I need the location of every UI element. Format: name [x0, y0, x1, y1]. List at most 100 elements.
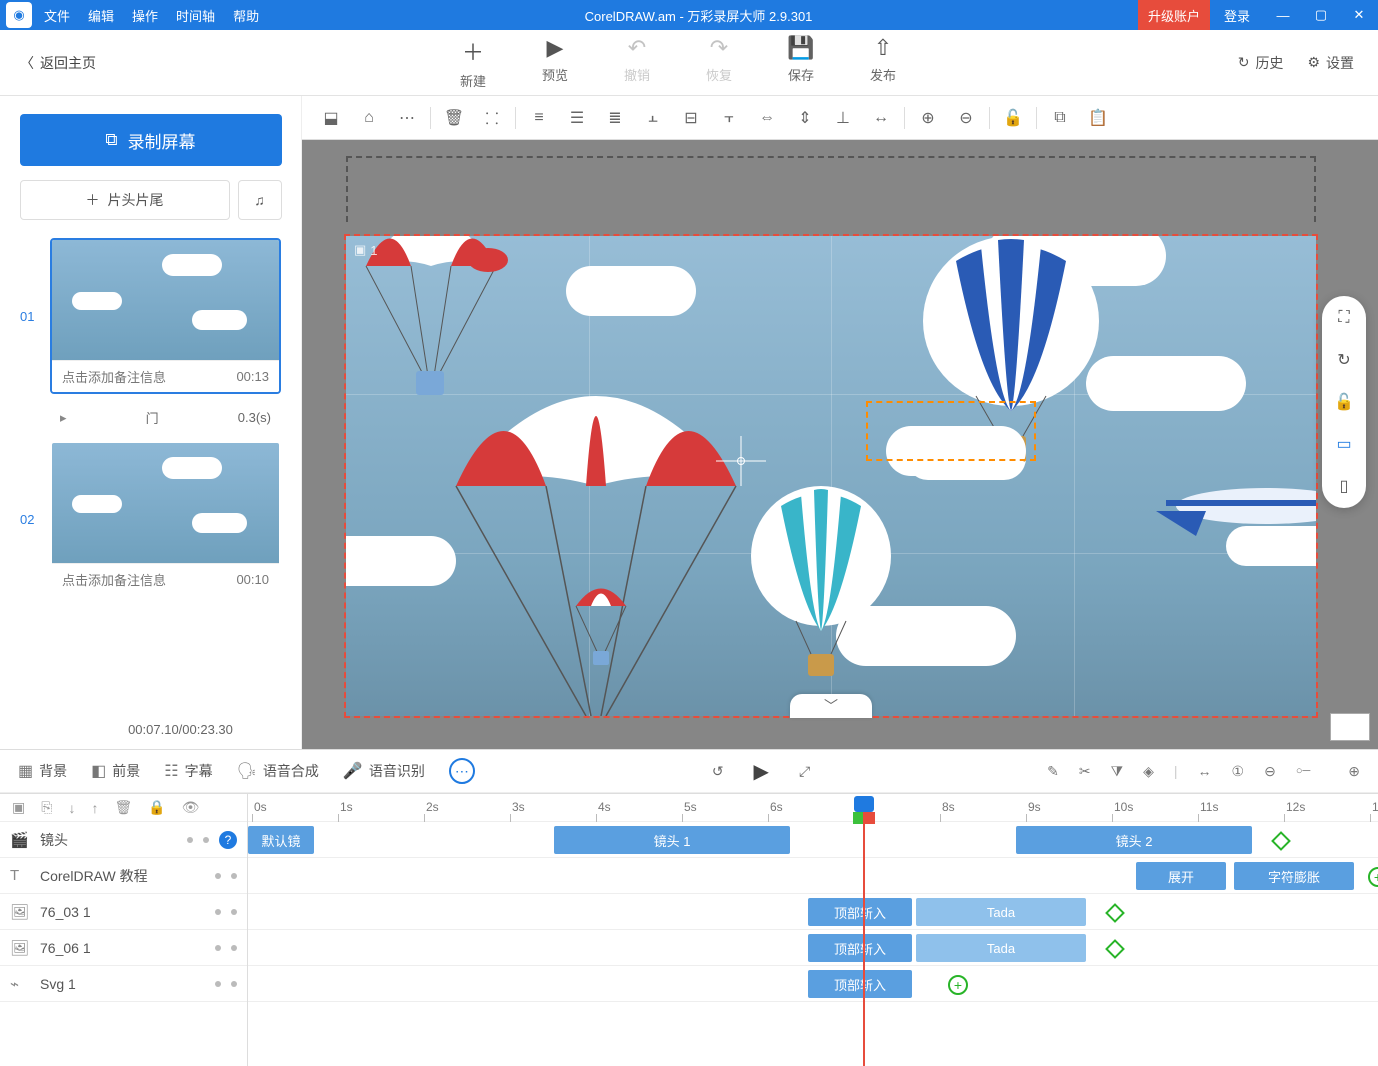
more-tabs-button[interactable]: ⋯ — [449, 758, 475, 784]
distribute-h-icon[interactable]: ⇔ — [748, 101, 786, 135]
unlock-icon[interactable]: 🔓 — [1332, 390, 1356, 414]
fit-one-icon[interactable]: ① — [1232, 763, 1245, 780]
tl-tool-down-icon[interactable]: ↓ — [68, 800, 75, 816]
tl-tool-trash-icon[interactable]: 🗑 — [114, 799, 132, 816]
track-header[interactable]: 🎬 镜头 ? — [0, 822, 247, 858]
selection-box[interactable] — [866, 401, 1036, 461]
timeline-lane[interactable]: 默认镜镜头 1镜头 2 — [248, 822, 1378, 858]
zoom-out-timeline-icon[interactable]: ⊖ — [1264, 763, 1276, 780]
layer-back-icon[interactable]: ⬓ — [312, 101, 350, 135]
tl-tool-up-icon[interactable]: ↑ — [91, 800, 98, 816]
play-transition-icon[interactable]: ▸ — [60, 410, 67, 426]
cut-icon[interactable]: ✂ — [1079, 763, 1091, 780]
tab-fg[interactable]: ◧前景 — [91, 761, 140, 781]
timeline-clip[interactable]: 顶部斩入 — [808, 934, 912, 962]
more-h-icon[interactable]: ⋯ — [388, 101, 426, 135]
track-lock-dot[interactable] — [231, 945, 237, 951]
track-visibility-dot[interactable] — [215, 945, 221, 951]
tl-tool-lock-icon[interactable]: 🔒 — [148, 799, 165, 816]
timeline-lanes[interactable]: 0s1s2s3s4s5s6s7s8s9s10s11s12s13s 默认镜镜头 1… — [248, 794, 1378, 1066]
tab-subtitle[interactable]: ☷字幕 — [164, 761, 212, 781]
menu-help[interactable]: 帮助 — [233, 6, 259, 25]
track-header[interactable]: 🖼 76_03 1 — [0, 894, 247, 930]
timeline-lane[interactable]: 顶部斩入一直+ — [248, 966, 1378, 1002]
track-lock-dot[interactable] — [203, 837, 209, 843]
add-keyframe-button[interactable]: + — [1368, 867, 1378, 887]
upgrade-button[interactable]: 升级账户 — [1138, 0, 1210, 30]
tool-publish[interactable]: ⇧发布 — [860, 35, 906, 90]
scene-caption[interactable]: 点击添加备注信息 — [62, 570, 166, 589]
tl-tool-folder-icon[interactable]: ⎘ — [41, 799, 52, 816]
focus-icon[interactable]: ⸬ — [473, 101, 511, 135]
edit-pencil-icon[interactable]: ✎ — [1047, 763, 1059, 780]
timeline-clip[interactable]: 顶部斩入 — [808, 898, 912, 926]
track-header[interactable]: ⌁ Svg 1 — [0, 966, 247, 1002]
paste-icon[interactable]: 📋 — [1079, 101, 1117, 135]
tool-preview[interactable]: ▶预览 — [532, 35, 578, 90]
rewind-icon[interactable]: ↺ — [712, 763, 724, 780]
spacing-icon[interactable]: ↔ — [862, 101, 900, 135]
stage-collapse-handle[interactable]: ﹀ — [790, 694, 872, 718]
tl-tool-eye-icon[interactable]: 👁 — [182, 799, 200, 816]
timeline-clip[interactable]: 字符膨胀 — [1234, 862, 1354, 890]
timeline-clip[interactable]: Tada — [916, 934, 1086, 962]
timeline-clip[interactable]: 顶部斩入 — [808, 970, 912, 998]
canvas-stage[interactable]: ▣ 1 ﹀ — [346, 156, 1316, 716]
timeline-clip[interactable]: 默认镜 — [248, 826, 314, 854]
expand-icon[interactable]: ⤢ — [799, 763, 810, 780]
fit-width-icon[interactable]: ↔ — [1198, 763, 1212, 779]
fullscreen-icon[interactable]: ⛶ — [1332, 306, 1356, 330]
minimap[interactable] — [1330, 713, 1370, 741]
playhead[interactable] — [863, 796, 865, 1066]
tab-asr[interactable]: 🎤语音识别 — [343, 761, 425, 781]
minimize-button[interactable]: — — [1264, 0, 1302, 30]
close-button[interactable]: ✕ — [1340, 0, 1378, 30]
scene-thumbnail[interactable]: 点击添加备注信息 00:10 — [50, 441, 281, 597]
playhead-handle-icon[interactable] — [854, 796, 874, 812]
device-icon[interactable]: ▯ — [1332, 474, 1356, 498]
keyframe-diamond[interactable] — [1271, 831, 1291, 851]
zoom-in-icon[interactable]: ⊕ — [909, 101, 947, 135]
timeline-clip[interactable]: 镜头 2 — [1016, 826, 1252, 854]
timeline-clip[interactable]: 展开 — [1136, 862, 1226, 890]
align-bottom-icon[interactable]: ⫟ — [710, 101, 748, 135]
transition-row[interactable]: ▸ 门 0.3(s) — [20, 404, 281, 431]
menu-edit[interactable]: 编辑 — [88, 6, 114, 25]
track-visibility-dot[interactable] — [215, 873, 221, 879]
keyframe-diamond[interactable] — [1105, 939, 1125, 959]
tab-bg[interactable]: ▦背景 — [18, 761, 67, 781]
rotate-icon[interactable]: ↻ — [1332, 348, 1356, 372]
track-header[interactable]: 🖼 76_06 1 — [0, 930, 247, 966]
tab-tts[interactable]: 🗣语音合成 — [237, 761, 319, 781]
tl-tool-add-icon[interactable]: ▣ — [12, 799, 25, 816]
tool-new[interactable]: ＋新建 — [450, 35, 496, 90]
track-visibility-dot[interactable] — [215, 981, 221, 987]
align-middle-icon[interactable]: ⊟ — [672, 101, 710, 135]
home-icon[interactable]: ⌂ — [350, 101, 388, 135]
track-help-icon[interactable]: ? — [219, 831, 237, 849]
trash-icon[interactable]: 🗑 — [435, 101, 473, 135]
menu-action[interactable]: 操作 — [132, 6, 158, 25]
align-baseline-icon[interactable]: ⊥ — [824, 101, 862, 135]
timeline-lane[interactable]: 展开字符膨胀一直+ — [248, 858, 1378, 894]
tool-save[interactable]: 💾保存 — [778, 35, 824, 90]
track-lock-dot[interactable] — [231, 981, 237, 987]
align-left-icon[interactable]: ≡ — [520, 101, 558, 135]
record-screen-button[interactable]: ⧉ 录制屏幕 — [20, 114, 282, 166]
play-button[interactable]: ▶ — [754, 759, 769, 784]
track-lock-dot[interactable] — [231, 873, 237, 879]
align-right-icon[interactable]: ≣ — [596, 101, 634, 135]
display-mode-icon[interactable]: ▭ — [1332, 432, 1356, 456]
zoom-slider-icon[interactable]: ○─ — [1296, 765, 1310, 777]
track-lock-dot[interactable] — [231, 909, 237, 915]
copy-icon[interactable]: ⧉ — [1041, 101, 1079, 135]
keyframe-diamond[interactable] — [1105, 903, 1125, 923]
login-button[interactable]: 登录 — [1210, 6, 1264, 25]
timeline-ruler[interactable]: 0s1s2s3s4s5s6s7s8s9s10s11s12s13s — [248, 794, 1378, 822]
tool-history[interactable]: ↻历史 — [1238, 53, 1284, 73]
scene-caption[interactable]: 点击添加备注信息 — [62, 367, 166, 386]
menu-file[interactable]: 文件 — [44, 6, 70, 25]
timeline-clip[interactable]: Tada — [916, 898, 1086, 926]
timeline-lane[interactable]: 顶部斩入Tada一直 — [248, 894, 1378, 930]
add-intro-outro-button[interactable]: ＋ 片头片尾 — [20, 180, 230, 220]
